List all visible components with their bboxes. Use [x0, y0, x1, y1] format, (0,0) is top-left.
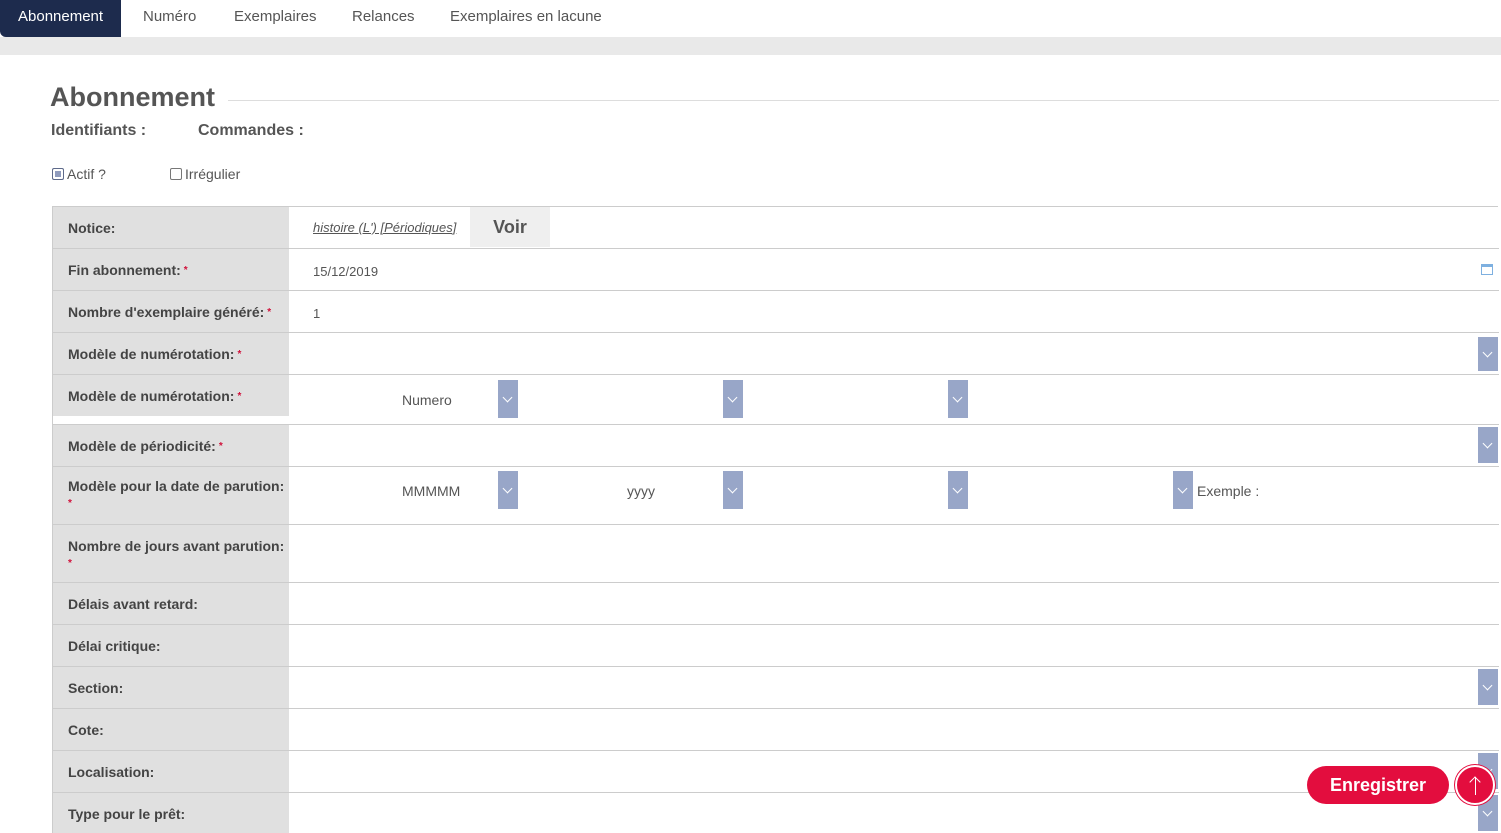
tab-exemplaires-en-lacune[interactable]: Exemplaires en lacune — [450, 0, 602, 37]
fin-abonnement-label: Fin abonnement: * — [68, 262, 188, 278]
tab-exemplaires[interactable]: Exemplaires — [234, 0, 317, 37]
delais-retard-input[interactable] — [289, 583, 1499, 624]
modele-periodicite-label: Modèle de périodicité: * — [68, 438, 223, 454]
notice-link[interactable]: histoire (L') [Périodiques] — [313, 220, 456, 235]
modele-numerotation-select[interactable] — [289, 333, 1499, 374]
row-nombre-jours: Nombre de jours avant parution: * — [53, 525, 1499, 583]
row-modele-numerotation-detail: Modèle de numérotation: * Numero — [53, 375, 1499, 425]
chevron-down-icon[interactable] — [1478, 669, 1498, 705]
modele-numerotation-detail-label: Modèle de numérotation: * — [68, 388, 242, 404]
date-select-2-value[interactable]: yyyy — [627, 483, 655, 499]
delai-critique-label: Délai critique: — [68, 638, 161, 654]
tab-bar: Abonnement Numéro Exemplaires Relances E… — [0, 0, 1501, 37]
chevron-down-icon[interactable] — [723, 380, 743, 418]
delais-retard-label: Délais avant retard: — [68, 596, 198, 612]
row-localisation: Localisation: — [53, 751, 1499, 793]
calendar-icon[interactable] — [1481, 264, 1493, 275]
fin-abonnement-value: 15/12/2019 — [313, 264, 379, 279]
nombre-exemplaire-label: Nombre d'exemplaire généré: * — [68, 304, 272, 320]
exemple-label: Exemple : — [1197, 483, 1260, 499]
tab-abonnement[interactable]: Abonnement — [0, 0, 122, 37]
voir-button[interactable]: Voir — [470, 207, 550, 247]
nombre-exemplaire-value: 1 — [313, 306, 321, 321]
row-section: Section: — [53, 667, 1499, 709]
row-modele-periodicite: Modèle de périodicité: * — [53, 425, 1499, 467]
row-delais-retard: Délais avant retard: — [53, 583, 1499, 625]
chevron-down-icon[interactable] — [498, 471, 518, 509]
chevron-down-icon[interactable] — [948, 471, 968, 509]
chevron-down-icon[interactable] — [1478, 427, 1498, 463]
date-select-1-value[interactable]: MMMMM — [402, 483, 460, 499]
numerotation-select-1-value[interactable]: Numero — [402, 392, 452, 408]
nombre-exemplaire-input[interactable]: 1 — [289, 291, 1499, 332]
row-modele-numerotation: Modèle de numérotation: * — [53, 333, 1499, 375]
tab-numero[interactable]: Numéro — [143, 0, 196, 37]
type-pret-label: Type pour le prêt: — [68, 806, 186, 822]
row-delai-critique: Délai critique: — [53, 625, 1499, 667]
fin-abonnement-input[interactable]: 15/12/2019 — [289, 249, 1499, 290]
cote-label: Cote: — [68, 722, 104, 738]
chevron-down-icon[interactable] — [1173, 471, 1193, 509]
chevron-down-icon[interactable] — [948, 380, 968, 418]
row-fin-abonnement: Fin abonnement: * 15/12/2019 — [53, 249, 1499, 291]
delai-critique-input[interactable] — [289, 625, 1499, 666]
subscription-form: Notice: histoire (L') [Périodiques] Voir… — [52, 206, 1499, 833]
notice-label: Notice: — [53, 207, 289, 248]
cote-input[interactable] — [289, 709, 1499, 750]
modele-periodicite-select[interactable] — [289, 425, 1499, 466]
chevron-down-icon[interactable] — [498, 380, 518, 418]
irregulier-label: Irrégulier — [185, 166, 241, 182]
row-nombre-exemplaire: Nombre d'exemplaire généré: * 1 — [53, 291, 1499, 333]
modele-numerotation-label: Modèle de numérotation: * — [68, 346, 242, 362]
commandes-label: Commandes : — [198, 122, 304, 139]
nombre-jours-input[interactable] — [289, 525, 1499, 582]
irregulier-checkbox[interactable]: Irrégulier — [170, 166, 240, 182]
tab-underbar — [0, 37, 1501, 55]
chevron-down-icon[interactable] — [1478, 337, 1498, 371]
actif-label: Actif ? — [67, 166, 106, 182]
section-label: Section: — [68, 680, 124, 696]
scroll-to-top-icon[interactable] — [1455, 765, 1495, 805]
modele-date-label: Modèle pour la date de parution: * — [68, 478, 285, 509]
row-notice: Notice: histoire (L') [Périodiques] Voir — [53, 207, 1499, 249]
chevron-down-icon[interactable] — [723, 471, 743, 509]
title-divider — [228, 100, 1499, 101]
page-title: Abonnement — [50, 82, 215, 112]
row-type-pret: Type pour le prêt: — [53, 793, 1499, 833]
row-cote: Cote: — [53, 709, 1499, 751]
identifiants-label: Identifiants : — [51, 122, 147, 139]
checkbox-checked-icon[interactable] — [52, 168, 64, 180]
nombre-jours-label: Nombre de jours avant parution: * — [68, 538, 285, 569]
save-button[interactable]: Enregistrer — [1307, 766, 1449, 804]
row-modele-date-parution: Modèle pour la date de parution: * MMMMM … — [53, 467, 1499, 525]
tab-relances[interactable]: Relances — [352, 0, 415, 37]
localisation-label: Localisation: — [68, 764, 155, 780]
checkbox-unchecked-icon[interactable] — [170, 168, 182, 180]
actif-checkbox[interactable]: Actif ? — [52, 166, 106, 182]
section-select[interactable] — [289, 667, 1499, 708]
